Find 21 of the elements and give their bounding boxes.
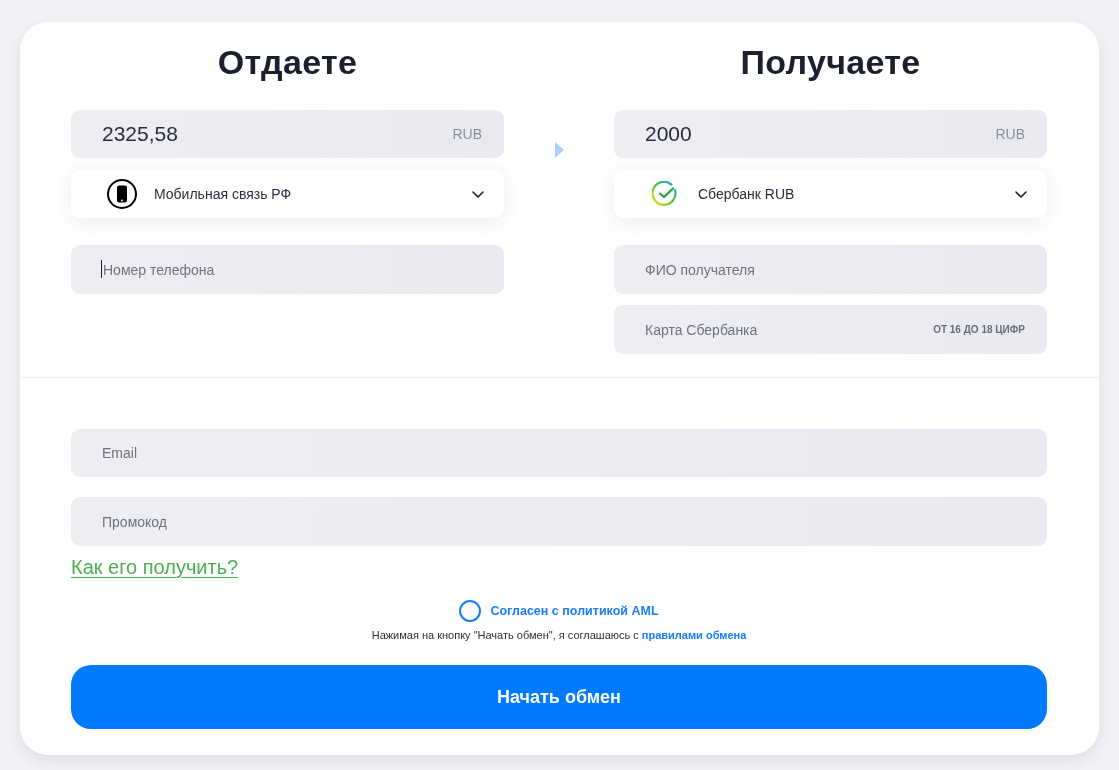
aml-consent-label[interactable]: Согласен с политикой AML	[490, 604, 659, 618]
section-title: Отдаете	[216, 42, 359, 82]
section-title: Получаете	[739, 42, 922, 82]
start-exchange-button[interactable]: Начать обмен	[71, 665, 1047, 729]
currency-label: RUB	[995, 126, 1025, 142]
currency-label: RUB	[452, 126, 482, 142]
terms-note: Нажимая на кнопку "Начать обмен", я соглашаюсь с правилами обмена	[371, 628, 747, 643]
radio-checkbox[interactable]	[459, 600, 482, 622]
chevron-down-icon	[472, 190, 484, 198]
check-circle-icon	[652, 181, 678, 207]
payment-method-dropdown[interactable]: Сбербанк RUB	[614, 170, 1047, 218]
arrow-right-icon	[554, 142, 564, 158]
phone-number-field[interactable]: Номер телефона	[71, 245, 504, 294]
exchange-rules-link[interactable]: правилами обмена	[641, 629, 747, 641]
recipient-name-field[interactable]: ФИО получателя	[614, 245, 1047, 294]
smartphone-icon	[107, 179, 137, 209]
email-field[interactable]: Email	[71, 429, 1047, 477]
field-hint: ОТ 16 ДО 18 ЦИФР	[933, 323, 1025, 336]
payment-method-dropdown[interactable]: Мобильная связь РФ	[71, 170, 504, 218]
promo-code-field[interactable]: Промокод	[71, 497, 1047, 546]
chevron-down-icon	[1015, 190, 1027, 198]
